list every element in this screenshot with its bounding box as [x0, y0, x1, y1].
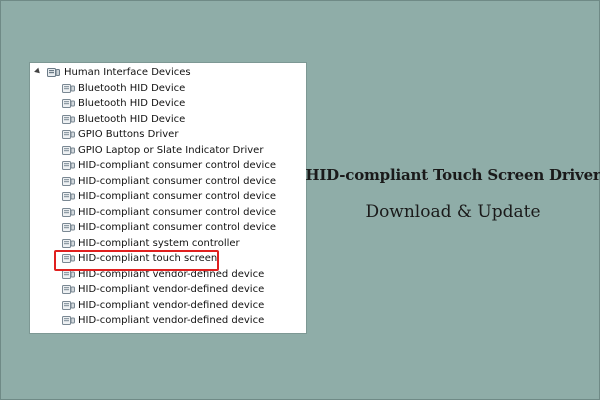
tree-item-device[interactable]: GPIO Laptop or Slate Indicator Driver — [30, 143, 306, 159]
tree-item-device[interactable]: HID-compliant vendor-defined device — [30, 282, 306, 298]
hid-device-icon — [62, 238, 75, 249]
hid-device-icon — [62, 207, 75, 218]
tree-item-label: Bluetooth HID Device — [78, 113, 186, 125]
hid-device-icon — [62, 315, 75, 326]
tree-item-device[interactable]: HID-compliant consumer control device — [30, 158, 306, 174]
hid-device-icon — [62, 176, 75, 187]
tree-item-label: Bluetooth HID Device — [78, 98, 186, 109]
tree-item-label: HID-compliant consumer control device — [78, 160, 276, 171]
tree-item-label: HID-compliant vendor-defined device — [78, 315, 265, 326]
tree-item-device[interactable]: HID-compliant vendor-defined device — [30, 313, 306, 329]
tree-item-device[interactable]: HID-compliant consumer control device — [30, 174, 306, 190]
tree-category-human-interface-devices[interactable]: Human Interface Devices — [30, 65, 306, 81]
hid-device-icon — [62, 83, 75, 94]
hid-device-icon — [62, 129, 75, 140]
tree-item-device[interactable]: HID-compliant vendor-defined device — [30, 298, 306, 314]
hid-device-icon — [62, 222, 75, 233]
device-tree: Human Interface Devices Bluetooth HID De… — [30, 65, 306, 329]
tree-item-device[interactable]: HID-compliant consumer control device — [30, 189, 306, 205]
hid-device-icon — [62, 145, 75, 156]
hid-device-icon — [62, 284, 75, 295]
hid-category-icon — [47, 67, 60, 78]
tree-item-device[interactable]: Bluetooth HID Device — [30, 96, 306, 112]
hid-device-icon — [62, 98, 75, 109]
tree-item-label: GPIO Laptop or Slate Indicator Driver — [78, 144, 264, 156]
tree-item-label: HID-compliant consumer control device — [78, 206, 276, 218]
tree-item-device[interactable]: HID-compliant consumer control device — [30, 220, 306, 236]
caption-title: HID-compliant Touch Screen Driver — [305, 166, 600, 184]
tree-item-label: HID-compliant system controller — [78, 237, 240, 249]
expand-arrow-icon[interactable] — [34, 67, 42, 76]
tree-item-device[interactable]: HID-compliant consumer control device — [30, 205, 306, 221]
tree-item-device[interactable]: Bluetooth HID Device — [30, 81, 306, 97]
tree-category-label: Human Interface Devices — [64, 67, 191, 78]
tree-item-label: GPIO Buttons Driver — [78, 129, 179, 140]
hid-device-icon — [62, 300, 75, 311]
tree-item-device[interactable]: GPIO Buttons Driver — [30, 127, 306, 143]
tree-item-device[interactable]: Bluetooth HID Device — [30, 112, 306, 128]
tree-item-label: HID-compliant vendor-defined device — [78, 284, 265, 295]
device-manager-tree-panel: Human Interface Devices Bluetooth HID De… — [29, 62, 307, 334]
tree-item-label: HID-compliant vendor-defined device — [78, 299, 265, 311]
tree-item-label: HID-compliant consumer control device — [78, 175, 276, 187]
tree-item-label: HID-compliant consumer control device — [78, 191, 276, 202]
hid-device-icon — [62, 160, 75, 171]
tree-item-device[interactable]: HID-compliant system controller — [30, 236, 306, 252]
hid-device-icon — [62, 114, 75, 125]
tree-item-label: HID-compliant consumer control device — [78, 222, 276, 233]
hid-device-icon — [62, 191, 75, 202]
touch-screen-highlight-box — [54, 250, 219, 271]
caption-subtitle: Download & Update — [365, 202, 541, 222]
banner: Human Interface Devices Bluetooth HID De… — [0, 0, 600, 400]
tree-item-label: Bluetooth HID Device — [78, 82, 186, 94]
